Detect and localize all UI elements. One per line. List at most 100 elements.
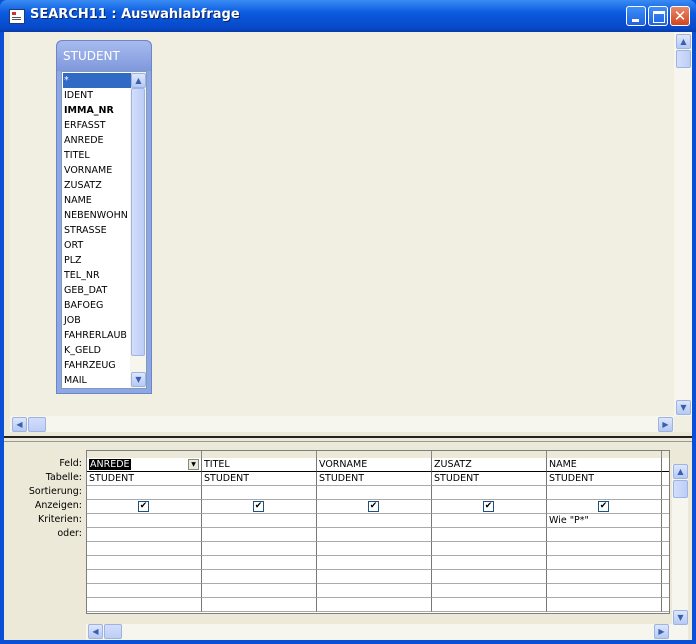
grid-cell-kriterien[interactable] bbox=[317, 514, 432, 528]
grid-cell-oder[interactable] bbox=[202, 528, 317, 542]
scroll-thumb[interactable] bbox=[676, 50, 691, 68]
student-table-box[interactable]: STUDENT ▲ ▼ * IDENT IMMA_NR ERFASST ANREDE TI… bbox=[56, 40, 152, 394]
grid-cell-anzeigen[interactable]: ✔ bbox=[432, 500, 547, 514]
scroll-up-icon[interactable]: ▲ bbox=[676, 34, 691, 49]
scroll-down-icon[interactable]: ▼ bbox=[131, 372, 146, 387]
grid-cell-feld[interactable]: ZUSATZ bbox=[432, 458, 547, 472]
show-checkbox[interactable]: ✔ bbox=[138, 501, 149, 512]
field-list-item[interactable]: FAHRERLAUB bbox=[63, 328, 131, 343]
grid-vertical-scrollbar[interactable]: ▲ ▼ bbox=[672, 464, 688, 640]
field-list-item[interactable]: STRASSE bbox=[63, 223, 131, 238]
show-checkbox[interactable]: ✔ bbox=[368, 501, 379, 512]
upper-horizontal-scrollbar[interactable]: ◀ ▶ bbox=[10, 416, 674, 432]
grid-cell-feld[interactable]: NAME bbox=[547, 458, 662, 472]
grid-cell-sortierung[interactable] bbox=[432, 486, 547, 500]
grid-cell-tabelle[interactable]: STUDENT bbox=[87, 472, 202, 486]
grid-cell-empty[interactable] bbox=[662, 570, 669, 584]
grid-cell-empty[interactable] bbox=[662, 584, 669, 598]
grid-cell-empty[interactable] bbox=[87, 584, 202, 598]
grid-cell-empty[interactable] bbox=[547, 570, 662, 584]
field-list[interactable]: ▲ ▼ * IDENT IMMA_NR ERFASST ANREDE TITEL VORNA… bbox=[61, 71, 147, 389]
table-pane[interactable]: STUDENT ▲ ▼ * IDENT IMMA_NR ERFASST ANREDE TI… bbox=[10, 32, 692, 432]
grid-cell-empty[interactable] bbox=[202, 598, 317, 612]
grid-cell-oder[interactable] bbox=[547, 528, 662, 542]
field-list-item[interactable]: * bbox=[63, 73, 131, 88]
field-value[interactable]: ANREDE bbox=[89, 459, 131, 470]
grid-cell-oder[interactable] bbox=[432, 528, 547, 542]
grid-cell-kriterien[interactable] bbox=[202, 514, 317, 528]
column-selector[interactable] bbox=[547, 451, 662, 458]
chevron-down-icon[interactable]: ▼ bbox=[188, 459, 199, 470]
field-list-item[interactable]: FAHRZEUG bbox=[63, 358, 131, 373]
close-button[interactable]: ✕ bbox=[670, 6, 690, 26]
grid-cell-empty[interactable] bbox=[317, 556, 432, 570]
scroll-thumb[interactable] bbox=[104, 624, 122, 639]
field-list-item[interactable]: TITEL bbox=[63, 148, 131, 163]
grid-cell-kriterien[interactable] bbox=[432, 514, 547, 528]
grid-cell-sortierung[interactable] bbox=[317, 486, 432, 500]
grid-cell-empty[interactable] bbox=[202, 570, 317, 584]
grid-cell-empty[interactable] bbox=[87, 598, 202, 612]
grid-cell-anzeigen[interactable]: ✔ bbox=[547, 500, 662, 514]
maximize-button[interactable] bbox=[648, 6, 668, 26]
grid-cell-empty[interactable] bbox=[202, 584, 317, 598]
scroll-thumb[interactable] bbox=[28, 417, 46, 432]
field-list-item[interactable]: BAFOEG bbox=[63, 298, 131, 313]
column-selector[interactable] bbox=[202, 451, 317, 458]
field-list-item[interactable]: MAIL bbox=[63, 373, 131, 388]
show-checkbox[interactable]: ✔ bbox=[598, 501, 609, 512]
field-list-item[interactable]: GEB_DAT bbox=[63, 283, 131, 298]
grid-cell-empty[interactable] bbox=[662, 556, 669, 570]
grid-cell-empty[interactable] bbox=[662, 542, 669, 556]
show-checkbox[interactable]: ✔ bbox=[253, 501, 264, 512]
grid-cell-anzeigen[interactable]: ✔ bbox=[317, 500, 432, 514]
grid-cell-tabelle[interactable]: STUDENT bbox=[202, 472, 317, 486]
grid-cell-empty[interactable] bbox=[662, 458, 669, 472]
field-list-item[interactable]: NAME bbox=[63, 193, 131, 208]
grid-cell-empty[interactable] bbox=[662, 472, 669, 486]
title-bar[interactable]: SEARCH11 : Auswahlabfrage ✕ bbox=[0, 0, 696, 32]
grid-cell-oder[interactable] bbox=[87, 528, 202, 542]
grid-cell-empty[interactable] bbox=[662, 514, 669, 528]
grid-cell-tabelle[interactable]: STUDENT bbox=[547, 472, 662, 486]
scroll-right-icon[interactable]: ▶ bbox=[658, 417, 673, 432]
field-list-scrollbar[interactable]: ▲ ▼ bbox=[130, 72, 146, 388]
field-list-item[interactable]: PLZ bbox=[63, 253, 131, 268]
column-selector[interactable] bbox=[317, 451, 432, 458]
grid-cell-anzeigen[interactable]: ✔ bbox=[202, 500, 317, 514]
field-list-item[interactable]: NEBENWOHN bbox=[63, 208, 131, 223]
grid-cell-sortierung[interactable] bbox=[202, 486, 317, 500]
field-list-item[interactable]: ANREDE bbox=[63, 133, 131, 148]
field-list-item[interactable]: JOB bbox=[63, 313, 131, 328]
table-box-title[interactable]: STUDENT bbox=[57, 41, 151, 71]
grid-cell-feld[interactable]: TITEL bbox=[202, 458, 317, 472]
scroll-up-icon[interactable]: ▲ bbox=[131, 73, 146, 88]
grid-cell-kriterien[interactable]: Wie "P*" bbox=[547, 514, 662, 528]
minimize-button[interactable] bbox=[626, 6, 646, 26]
grid-cell-empty[interactable] bbox=[202, 542, 317, 556]
scroll-thumb[interactable] bbox=[673, 480, 688, 498]
grid-cell-sortierung[interactable] bbox=[87, 486, 202, 500]
column-selector[interactable] bbox=[662, 451, 669, 458]
grid-cell-empty[interactable] bbox=[317, 584, 432, 598]
field-list-item[interactable]: ORT bbox=[63, 238, 131, 253]
grid-cell-anzeigen[interactable]: ✔ bbox=[87, 500, 202, 514]
grid-cell-empty[interactable] bbox=[317, 542, 432, 556]
field-list-item[interactable]: ERFASST bbox=[63, 118, 131, 133]
grid-cell-empty[interactable] bbox=[202, 556, 317, 570]
grid-cell-empty[interactable] bbox=[432, 556, 547, 570]
grid-horizontal-scrollbar[interactable]: ◀ ▶ bbox=[86, 624, 672, 640]
grid-cell-empty[interactable] bbox=[547, 598, 662, 612]
field-list-item[interactable]: TEL_NR bbox=[63, 268, 131, 283]
upper-vertical-scrollbar[interactable]: ▲ ▼ bbox=[674, 32, 692, 416]
grid-cell-empty[interactable] bbox=[432, 570, 547, 584]
field-list-item[interactable]: VORNAME bbox=[63, 163, 131, 178]
grid-cell-tabelle[interactable]: STUDENT bbox=[317, 472, 432, 486]
scroll-thumb[interactable] bbox=[131, 88, 145, 356]
scroll-down-icon[interactable]: ▼ bbox=[673, 610, 688, 625]
grid-cell-empty[interactable] bbox=[662, 500, 669, 514]
field-list-item[interactable]: IMMA_NR bbox=[63, 103, 131, 118]
grid-cell-empty[interactable] bbox=[547, 542, 662, 556]
column-selector[interactable] bbox=[432, 451, 547, 458]
grid-cell-oder[interactable] bbox=[317, 528, 432, 542]
